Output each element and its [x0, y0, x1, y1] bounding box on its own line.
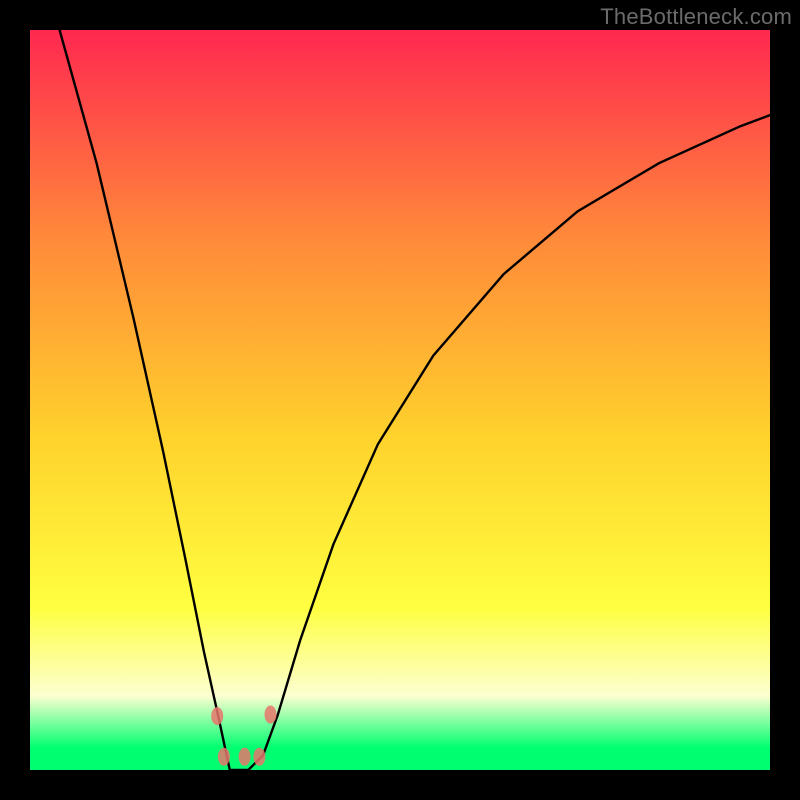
minimum-markers — [211, 706, 276, 766]
curve-marker — [218, 748, 230, 766]
watermark-text: TheBottleneck.com — [600, 4, 792, 30]
plot-area — [30, 30, 770, 770]
bottleneck-curve — [60, 30, 770, 770]
curve-marker — [211, 707, 223, 725]
chart-frame: TheBottleneck.com — [0, 0, 800, 800]
curve-layer — [30, 30, 770, 770]
curve-marker — [253, 748, 265, 766]
curve-marker — [265, 706, 277, 724]
curve-marker — [239, 748, 251, 766]
